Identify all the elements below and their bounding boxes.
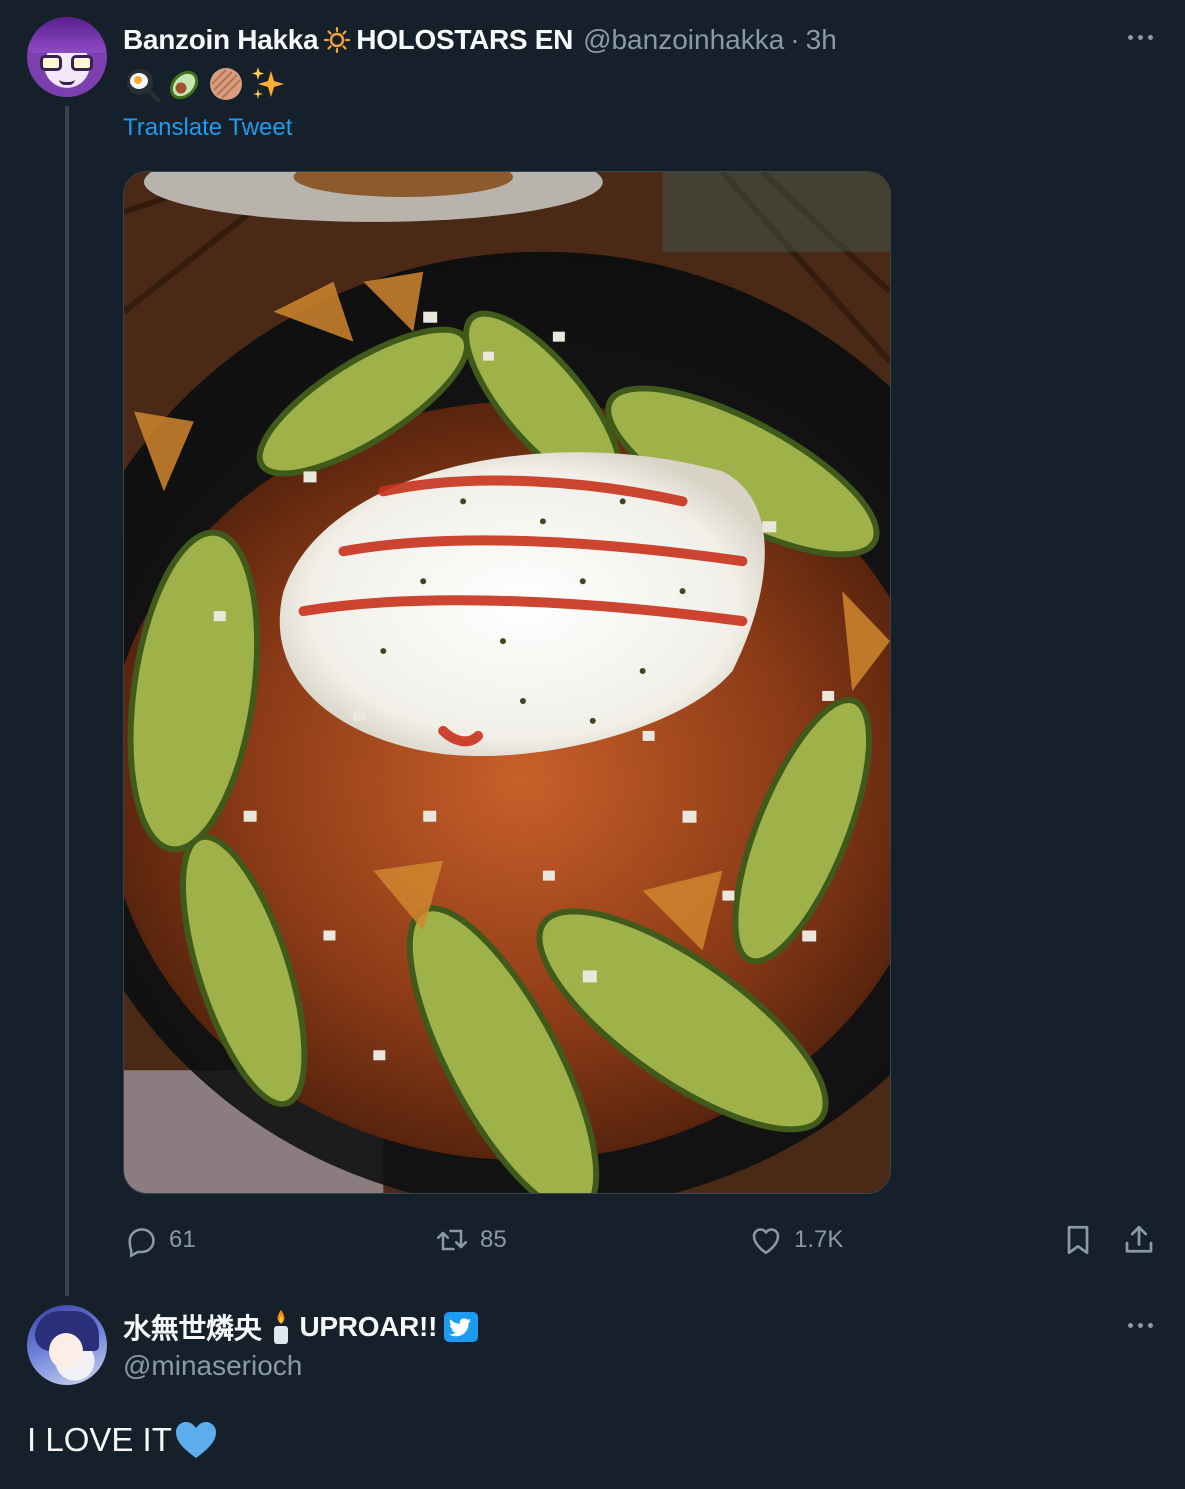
- author-avatar[interactable]: [27, 17, 107, 97]
- sparkles-emoji-icon: [249, 65, 287, 103]
- more-dots-icon: [1127, 1322, 1133, 1328]
- retweet-button[interactable]: 85: [434, 1218, 507, 1262]
- heart-outline-icon: [752, 1228, 780, 1255]
- translate-tweet-link[interactable]: Translate Tweet: [123, 114, 292, 142]
- author-handle[interactable]: @banzoinhakka: [583, 24, 784, 56]
- tweet-header: Banzoin Hakka HOLOSTARS EN @banzoinhakka…: [123, 20, 837, 60]
- reply-author-handle[interactable]: @minaserioch: [123, 1350, 302, 1382]
- more-options-button[interactable]: [1122, 27, 1158, 47]
- retweet-count: 85: [480, 1226, 507, 1253]
- thread-connector-line: [65, 106, 69, 1296]
- more-dots-icon: [1127, 34, 1133, 40]
- twitter-bird-badge-icon: [443, 1311, 479, 1343]
- fried-egg-emoji-icon: [123, 65, 161, 103]
- reply-text-content: I LOVE IT: [27, 1421, 172, 1458]
- tweet-text-emojis: [123, 64, 287, 104]
- tweet-time[interactable]: 3h: [806, 24, 837, 56]
- reply-header: 水無世燐央 UPROAR!!: [123, 1306, 479, 1348]
- bookmark-button[interactable]: [1060, 1218, 1096, 1262]
- author-affiliation[interactable]: HOLOSTARS EN: [356, 24, 573, 56]
- reply-bubble-icon: [128, 1228, 155, 1258]
- reply-author-affiliation[interactable]: UPROAR!!: [300, 1311, 438, 1343]
- bookmark-icon: [1067, 1225, 1089, 1255]
- share-upload-icon: [1125, 1225, 1153, 1253]
- reply-author-name[interactable]: 水無世燐央: [123, 1307, 262, 1347]
- reply-count: 61: [169, 1226, 196, 1253]
- reply-more-options-button[interactable]: [1122, 1315, 1158, 1335]
- candle-emoji-icon: [266, 1308, 296, 1346]
- author-name[interactable]: Banzoin Hakka: [123, 24, 319, 56]
- reply-author-avatar[interactable]: [27, 1305, 107, 1385]
- share-button[interactable]: [1121, 1218, 1157, 1262]
- reply-text: I LOVE IT: [27, 1418, 218, 1462]
- blue-heart-emoji-icon: [174, 1420, 218, 1460]
- reply-button[interactable]: 61: [123, 1218, 196, 1262]
- header-separator: ·: [790, 24, 800, 55]
- food-photo-image: [124, 172, 890, 1193]
- retweet-icon: [436, 1229, 468, 1251]
- like-button[interactable]: 1.7K: [748, 1218, 843, 1262]
- sun-emoji-icon: [324, 26, 351, 54]
- like-count: 1.7K: [794, 1226, 844, 1253]
- avocado-emoji-icon: [165, 65, 203, 103]
- tweet-photo[interactable]: [123, 171, 891, 1194]
- flatbread-emoji-icon: [207, 65, 245, 103]
